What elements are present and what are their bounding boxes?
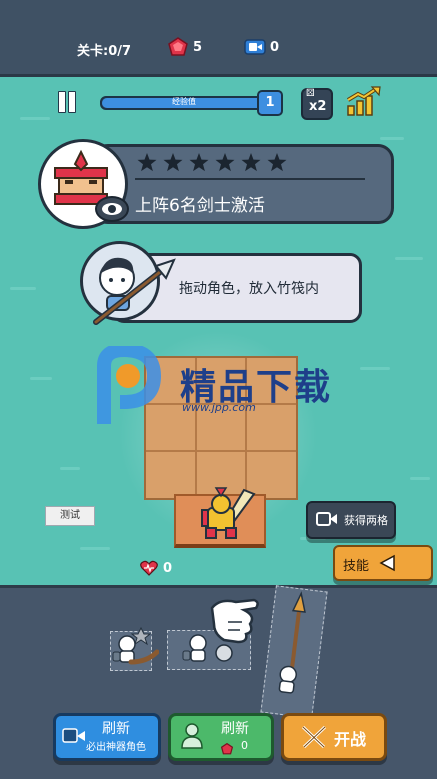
get-two-cells-label: 获得两格 [344, 514, 388, 527]
skill-button[interactable]: 技能 [333, 545, 433, 581]
stats-chart-icon[interactable] [346, 86, 382, 116]
test-button[interactable]: 测试 [45, 506, 95, 526]
crossed-swords-icon [300, 724, 328, 750]
start-battle-label: 开战 [334, 730, 367, 749]
quest-stars [135, 151, 335, 175]
player-level: 1 [257, 90, 283, 116]
refresh-ad-subtitle: 必出神器角色 [86, 742, 146, 753]
video-icon [62, 727, 86, 745]
tutorial-text: 拖动角色，放入竹筏内 [179, 281, 319, 297]
video-ticket-icon [244, 39, 266, 55]
speed-label: x2 [309, 99, 327, 114]
gem-count: 5 [193, 40, 203, 55]
heart-icon [140, 560, 158, 576]
character-group-icon [179, 722, 205, 750]
dice-icon: ⚄ [306, 88, 315, 99]
refresh-ad-button[interactable]: 刷新 必出神器角色 [53, 713, 161, 761]
eye-icon[interactable] [95, 196, 129, 222]
armored-knight[interactable] [196, 484, 262, 544]
get-two-cells-button[interactable]: 获得两格 [306, 501, 396, 539]
bench-slot-1[interactable] [110, 626, 159, 671]
quest-banner: 上阵6名剑士激活 [92, 144, 394, 224]
speed-button[interactable]: ⚄ x2 [301, 88, 333, 120]
video-icon [316, 511, 338, 527]
xp-label: 经验值 [172, 97, 196, 106]
start-battle-button[interactable]: 开战 [281, 713, 387, 761]
watermark-logo [92, 342, 162, 426]
refresh-title: 刷新 [221, 721, 249, 737]
lives-count: 0 [163, 561, 173, 576]
level-progress: 关卡:0/7 [77, 44, 132, 59]
quest-text: 上阵6名剑士激活 [135, 196, 265, 216]
pointing-hand-icon [206, 594, 262, 646]
refresh-cost: 0 [241, 739, 248, 752]
star-icon [267, 153, 287, 172]
ticket-count: 0 [270, 40, 280, 55]
refresh-button[interactable]: 刷新 0 [168, 713, 274, 761]
spear-icon [90, 256, 176, 328]
arrow-left-icon [379, 554, 397, 572]
pause-button[interactable] [58, 91, 76, 113]
gem-icon [168, 37, 188, 57]
refresh-ad-title: 刷新 [102, 721, 130, 737]
top-bar: 关卡:0/7 5 0 [0, 0, 437, 77]
star-icon [163, 153, 183, 172]
star-icon [137, 153, 157, 172]
star-icon [189, 153, 209, 172]
star-icon [241, 153, 261, 172]
star-icon [215, 153, 235, 172]
watermark-url: www.jpp.com [182, 401, 256, 414]
gem-icon [220, 740, 234, 755]
skill-label: 技能 [343, 559, 370, 574]
